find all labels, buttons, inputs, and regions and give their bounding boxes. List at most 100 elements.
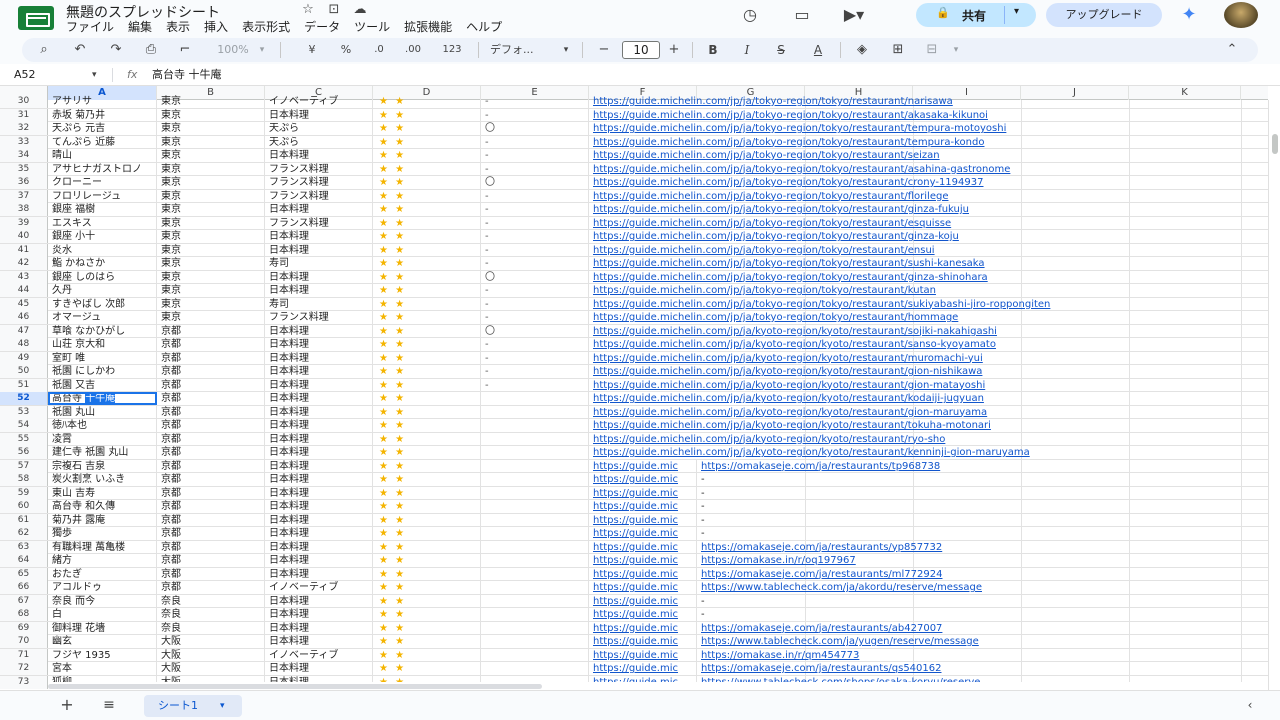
cell-reservation-flag[interactable]: [481, 419, 589, 432]
cell-region[interactable]: 京都: [157, 540, 265, 554]
row-number[interactable]: 47: [0, 324, 48, 338]
cell-reservation-flag[interactable]: [481, 648, 589, 662]
cell-restaurant-name[interactable]: すきやばし 次郎: [48, 297, 157, 311]
strikethrough-button[interactable]: S: [772, 40, 790, 60]
cell-region[interactable]: 大阪: [157, 648, 265, 662]
cell-region[interactable]: 東京: [157, 95, 265, 108]
row-number[interactable]: 65: [0, 567, 48, 581]
cell-restaurant-name[interactable]: 緒方: [48, 554, 157, 567]
cell-region[interactable]: 京都: [157, 432, 265, 446]
row-number[interactable]: 34: [0, 149, 48, 162]
cell-region[interactable]: 京都: [157, 513, 265, 527]
text-color-button[interactable]: A: [806, 40, 830, 60]
cell-reservation-flag[interactable]: -: [481, 243, 589, 257]
cell-cuisine[interactable]: 天ぷら: [265, 122, 373, 135]
cell-cuisine[interactable]: フランス料理: [265, 176, 373, 189]
cell-cuisine[interactable]: フランス料理: [265, 162, 373, 176]
cell-restaurant-name[interactable]: 東山 吉寿: [48, 486, 157, 500]
zoom-select[interactable]: 100%: [210, 40, 256, 60]
cell-michelin-link[interactable]: https://guide.mic: [589, 635, 697, 648]
cell-region[interactable]: 京都: [157, 351, 265, 365]
cell-reservation-flag[interactable]: [481, 500, 589, 513]
cell-michelin-link[interactable]: https://guide.michelin.com/jp/ja/kyoto-r…: [589, 446, 1268, 459]
cell-region[interactable]: 奈良: [157, 621, 265, 635]
row-number[interactable]: 43: [0, 270, 48, 284]
cell-restaurant-name[interactable]: 白: [48, 608, 157, 621]
cell-michelin-link[interactable]: https://guide.michelin.com/jp/ja/kyoto-r…: [589, 365, 1268, 378]
cell-michelin-link[interactable]: https://guide.mic: [589, 581, 697, 594]
cell-cuisine[interactable]: 日本料理: [265, 459, 373, 473]
chevron-down-icon[interactable]: ▾: [1014, 6, 1019, 17]
cell-region[interactable]: 東京: [157, 176, 265, 189]
cell-michelin-link[interactable]: https://guide.michelin.com/jp/ja/tokyo-r…: [589, 176, 1268, 189]
cell-cuisine[interactable]: 日本料理: [265, 635, 373, 648]
row-number[interactable]: 72: [0, 662, 48, 675]
sheets-logo-icon[interactable]: [18, 6, 54, 30]
cell-cuisine[interactable]: 日本料理: [265, 378, 373, 392]
cell-cuisine[interactable]: 日本料理: [265, 149, 373, 162]
cell-star-rating[interactable]: ★ ★: [373, 122, 481, 135]
cell-region[interactable]: 京都: [157, 338, 265, 351]
cell-region[interactable]: 京都: [157, 581, 265, 594]
cell-region[interactable]: 京都: [157, 500, 265, 513]
row-number[interactable]: 73: [0, 675, 48, 689]
menu-help[interactable]: ヘルプ: [466, 20, 502, 34]
cell-star-rating[interactable]: ★ ★: [373, 608, 481, 621]
row-number[interactable]: 55: [0, 432, 48, 446]
row-number[interactable]: 64: [0, 554, 48, 567]
cell-star-rating[interactable]: ★ ★: [373, 230, 481, 243]
row-number[interactable]: 32: [0, 122, 48, 135]
cell-restaurant-name[interactable]: 炎水: [48, 243, 157, 257]
row-number[interactable]: 56: [0, 446, 48, 459]
cell-region[interactable]: 東京: [157, 122, 265, 135]
cell-michelin-link[interactable]: https://guide.michelin.com/jp/ja/tokyo-r…: [589, 257, 1268, 270]
cell-region[interactable]: 京都: [157, 567, 265, 581]
cell-restaurant-name[interactable]: 久丹: [48, 284, 157, 297]
cell-region[interactable]: 東京: [157, 230, 265, 243]
cell-region[interactable]: 京都: [157, 392, 265, 405]
cell-restaurant-name[interactable]: おたぎ: [48, 567, 157, 581]
row-number[interactable]: 52: [0, 392, 48, 405]
cell-star-rating[interactable]: ★ ★: [373, 257, 481, 270]
cell-reservation-flag[interactable]: [481, 459, 589, 473]
cell-star-rating[interactable]: ★ ★: [373, 149, 481, 162]
row-number[interactable]: 31: [0, 108, 48, 122]
cell-star-rating[interactable]: ★ ★: [373, 216, 481, 230]
cell-cuisine[interactable]: フランス料理: [265, 216, 373, 230]
cell-michelin-link[interactable]: https://guide.michelin.com/jp/ja/kyoto-r…: [589, 325, 1268, 338]
cell-cuisine[interactable]: 日本料理: [265, 284, 373, 297]
print-icon[interactable]: ⎙: [140, 40, 162, 60]
decrease-decimal-button[interactable]: .0: [368, 40, 390, 60]
cell-star-rating[interactable]: ★ ★: [373, 311, 481, 324]
cell-michelin-link[interactable]: https://guide.michelin.com/jp/ja/tokyo-r…: [589, 298, 1268, 311]
menu-data[interactable]: データ: [304, 20, 340, 34]
row-number[interactable]: 30: [0, 95, 48, 108]
cell-cuisine[interactable]: 日本料理: [265, 594, 373, 608]
cell-reservation-flag[interactable]: [481, 486, 589, 500]
cell-michelin-link[interactable]: https://guide.michelin.com/jp/ja/tokyo-r…: [589, 95, 1268, 108]
cell-restaurant-name[interactable]: 赤坂 菊乃井: [48, 108, 157, 122]
cell-star-rating[interactable]: ★ ★: [373, 540, 481, 554]
cell-cuisine[interactable]: 日本料理: [265, 419, 373, 432]
cell-michelin-link[interactable]: https://guide.michelin.com/jp/ja/tokyo-r…: [589, 149, 1268, 162]
cell-booking-link[interactable]: -: [697, 514, 1268, 527]
row-number[interactable]: 62: [0, 527, 48, 540]
cell-cuisine[interactable]: 日本料理: [265, 338, 373, 351]
cell-michelin-link[interactable]: https://guide.michelin.com/jp/ja/kyoto-r…: [589, 352, 1268, 365]
cell-star-rating[interactable]: ★ ★: [373, 135, 481, 149]
cell-michelin-link[interactable]: https://guide.mic: [589, 540, 697, 554]
cell-restaurant-name[interactable]: 鮨 かねさか: [48, 257, 157, 270]
cell-reservation-flag[interactable]: -: [481, 203, 589, 216]
cell-star-rating[interactable]: ★ ★: [373, 95, 481, 108]
cell-restaurant-name[interactable]: 高台寺 十牛庵: [48, 392, 157, 405]
cell-restaurant-name[interactable]: 凌霄: [48, 432, 157, 446]
cell-restaurant-name[interactable]: アサリサ: [48, 95, 157, 108]
cell-michelin-link[interactable]: https://guide.michelin.com/jp/ja/tokyo-r…: [589, 230, 1268, 243]
paint-format-icon[interactable]: ⌐: [174, 40, 196, 60]
cell-reservation-flag[interactable]: [481, 432, 589, 446]
cell-cuisine[interactable]: 日本料理: [265, 513, 373, 527]
cell-reservation-flag[interactable]: [481, 405, 589, 419]
fill-color-icon[interactable]: ◈: [852, 40, 872, 60]
percent-button[interactable]: %: [336, 40, 356, 60]
cell-michelin-link[interactable]: https://guide.michelin.com/jp/ja/kyoto-r…: [589, 433, 1268, 446]
